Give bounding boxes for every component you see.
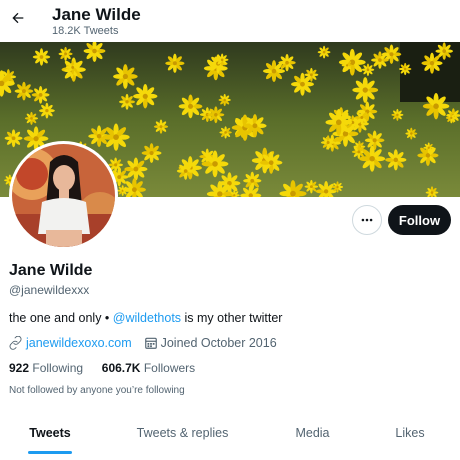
banner-flower [361, 63, 375, 76]
banner-flower [243, 114, 267, 138]
banner-flower [141, 143, 162, 164]
banner-flower [399, 62, 412, 76]
banner-flower [119, 93, 135, 110]
banner-flower [215, 53, 229, 67]
bio-mention-link[interactable]: @wildethots [113, 311, 181, 325]
banner-flower [422, 93, 450, 120]
tab-label: Tweets [29, 426, 71, 440]
banner-flower [371, 51, 389, 69]
tab-likes[interactable]: Likes [360, 412, 460, 454]
bio-prefix: the one and only • [9, 311, 113, 325]
banner-flower [178, 94, 203, 119]
banner-flower [176, 162, 195, 180]
following-count: 922 [9, 361, 30, 375]
profile-avatar[interactable] [9, 141, 118, 250]
bio-suffix: is my other twitter [181, 311, 283, 325]
banner-flower [39, 102, 55, 119]
follow-button[interactable]: Follow [388, 205, 451, 235]
banner-flower [31, 85, 50, 104]
banner-flower [445, 112, 457, 124]
following-stat[interactable]: 922 Following [9, 361, 83, 375]
tab-label: Likes [395, 426, 425, 440]
banner-flower [320, 135, 336, 150]
header-tweet-count: 18.2K Tweets [52, 25, 119, 37]
banner-flower [354, 110, 369, 125]
banner-flower [359, 145, 386, 172]
profile-display-name: Jane Wilde [9, 262, 93, 279]
profile-tabs: Tweets Tweets & replies Media Likes [0, 412, 460, 460]
banner-flower [65, 60, 80, 75]
tab-tweets-replies[interactable]: Tweets & replies [100, 412, 265, 454]
tab-media[interactable]: Media [265, 412, 360, 454]
banner-flower [331, 181, 344, 193]
banner-flower [352, 77, 379, 103]
banner-flower [165, 53, 185, 73]
banner-flower [338, 48, 366, 76]
website-link[interactable]: janewildexoxo.com [26, 336, 132, 350]
following-label: Following [32, 361, 84, 375]
banner-flower [325, 109, 353, 136]
banner-flower [317, 45, 331, 59]
banner-flower [260, 151, 283, 174]
banner-flower [364, 130, 385, 151]
banner-flower [14, 81, 34, 101]
banner-flower [201, 150, 229, 178]
header-name: Jane Wilde [52, 5, 141, 24]
active-tab-indicator [28, 451, 72, 454]
ellipsis-icon [361, 218, 373, 222]
banner-flower [219, 126, 232, 139]
banner-flower [102, 123, 130, 151]
link-icon [9, 336, 23, 350]
banner-flower [304, 179, 319, 194]
banner-flower [385, 149, 407, 171]
arrow-left-icon[interactable] [8, 8, 28, 28]
followers-count: 606.7K [101, 361, 141, 375]
banner-flower [341, 59, 353, 71]
not-followed-note: Not followed by anyone you’re following [9, 385, 185, 396]
banner-flower [391, 108, 404, 121]
banner-flower [423, 142, 434, 154]
more-options-button[interactable] [352, 205, 382, 235]
avatar-photo [12, 144, 115, 247]
banner-flower [113, 64, 138, 89]
tab-label: Tweets & replies [136, 426, 229, 440]
top-bar: Jane Wilde 18.2K Tweets [0, 0, 460, 42]
banner-flower [291, 72, 314, 96]
banner-flower [32, 48, 51, 66]
banner-flower [405, 127, 418, 140]
followers-stat[interactable]: 606.7K Followers [102, 361, 195, 375]
follow-stats: 922 Following 606.7K Followers [9, 361, 195, 375]
banner-flower [243, 171, 262, 190]
joined-date: Joined October 2016 [160, 336, 277, 350]
profile-meta: janewildexoxo.com Joined October 2016 [9, 335, 277, 351]
banner-flower [24, 111, 39, 125]
banner-flower [58, 46, 73, 61]
profile-handle: @janewildexxx [9, 283, 90, 297]
followers-label: Followers [143, 361, 196, 375]
banner-flower [4, 129, 23, 148]
banner-flower [133, 84, 158, 109]
banner-flower [207, 106, 225, 124]
banner-flower [421, 52, 443, 74]
banner-flower [263, 60, 285, 83]
banner-flower [218, 93, 231, 107]
profile-bio: the one and only • @wildethots is my oth… [9, 311, 282, 325]
banner-flower [153, 119, 169, 134]
calendar-icon [144, 336, 158, 350]
tab-tweets[interactable]: Tweets [0, 412, 100, 454]
banner-flower [278, 54, 296, 72]
tab-label: Media [295, 426, 330, 440]
